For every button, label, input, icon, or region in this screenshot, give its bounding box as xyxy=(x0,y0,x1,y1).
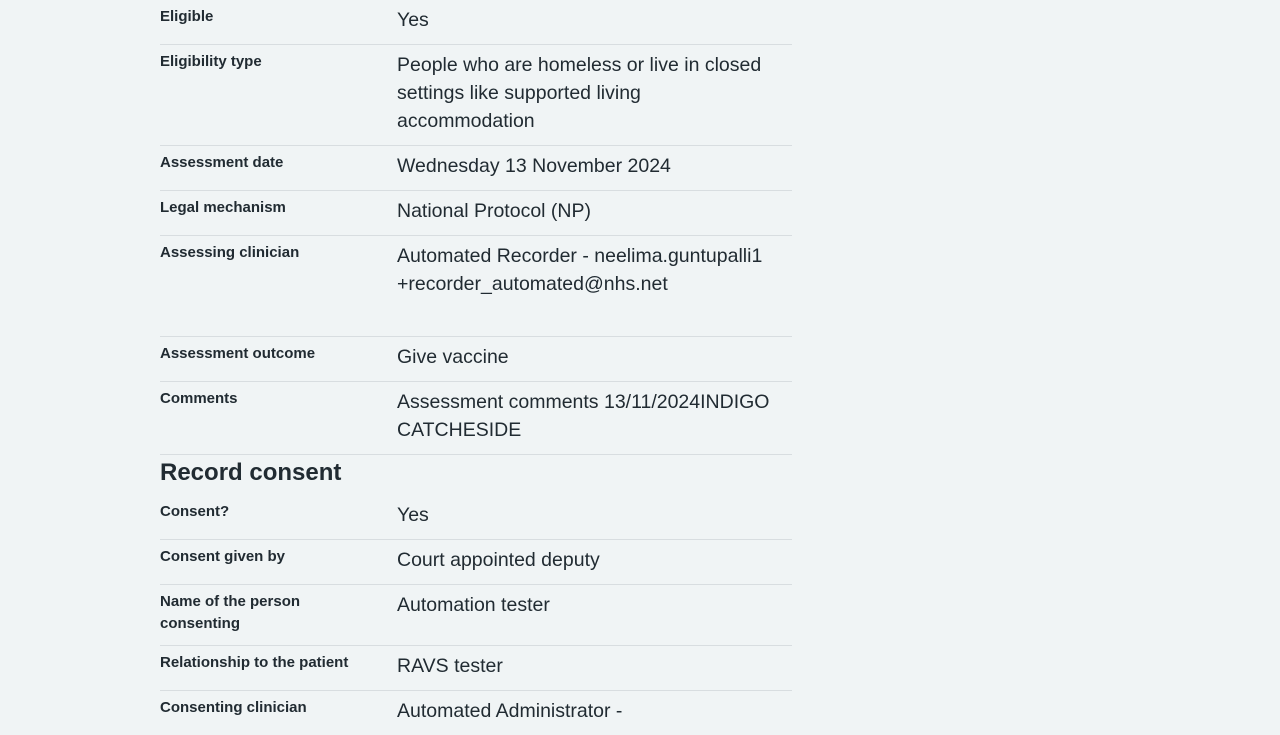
summary-row-relationship: Relationship to the patient RAVS tester xyxy=(160,646,792,691)
summary-row-consent-given-by: Consent given by Court appointed deputy xyxy=(160,540,792,585)
summary-value: Give vaccine xyxy=(397,346,509,368)
summary-key: Assessment date xyxy=(160,154,284,171)
summary-row-eligible: Eligible Yes xyxy=(160,0,792,45)
summary-value: National Protocol (NP) xyxy=(397,200,591,222)
summary-key: Comments xyxy=(160,390,238,407)
consent-summary-list: Consent? Yes Consent given by Court appo… xyxy=(160,495,792,735)
summary-row-assessment-outcome: Assessment outcome Give vaccine xyxy=(160,337,792,382)
summary-key: Assessment outcome xyxy=(160,345,316,362)
summary-value: RAVS tester xyxy=(397,655,503,677)
summary-row-assessment-date: Assessment date Wednesday 13 November 20… xyxy=(160,146,792,191)
summary-row-person-consenting: Name of the person consenting Automation… xyxy=(160,585,792,646)
summary-value: People who are homeless or live in close… xyxy=(397,54,762,132)
summary-value: Yes xyxy=(397,9,429,31)
summary-row-consenting-clinician: Consenting clinician Automated Administr… xyxy=(160,691,792,735)
summary-key: Eligible xyxy=(160,8,214,25)
summary-value: Automation tester xyxy=(397,594,550,616)
summary-value: Automated Administrator - xyxy=(397,700,623,722)
summary-value: Court appointed deputy xyxy=(397,549,600,571)
summary-key: Relationship to the patient xyxy=(160,654,349,671)
summary-row-legal-mechanism: Legal mechanism National Protocol (NP) xyxy=(160,191,792,236)
summary-value: Yes xyxy=(397,504,429,526)
section-heading-record-consent: Record consent xyxy=(160,459,342,486)
summary-key: Assessing clinician xyxy=(160,244,300,261)
assessment-summary-list: Eligible Yes Eligibility type People who… xyxy=(160,0,792,455)
summary-key: Consent? xyxy=(160,503,230,520)
summary-row-consent: Consent? Yes xyxy=(160,495,792,540)
summary-key: Name of the person consenting xyxy=(160,593,301,632)
summary-key: Consent given by xyxy=(160,548,286,565)
summary-value: Automated Recorder - neelima.guntupalli1… xyxy=(397,245,763,295)
summary-value: Wednesday 13 November 2024 xyxy=(397,155,671,177)
summary-row-eligibility-type: Eligibility type People who are homeless… xyxy=(160,45,792,146)
summary-row-assessing-clinician: Assessing clinician Automated Recorder -… xyxy=(160,236,792,337)
page-content: Eligible Yes Eligibility type People who… xyxy=(160,0,792,735)
summary-key: Consenting clinician xyxy=(160,699,307,716)
summary-key: Legal mechanism xyxy=(160,199,286,216)
summary-row-comments: Comments Assessment comments 13/11/2024I… xyxy=(160,382,792,455)
summary-value: Assessment comments 13/11/2024INDIGO CAT… xyxy=(397,391,770,441)
summary-key: Eligibility type xyxy=(160,53,262,70)
